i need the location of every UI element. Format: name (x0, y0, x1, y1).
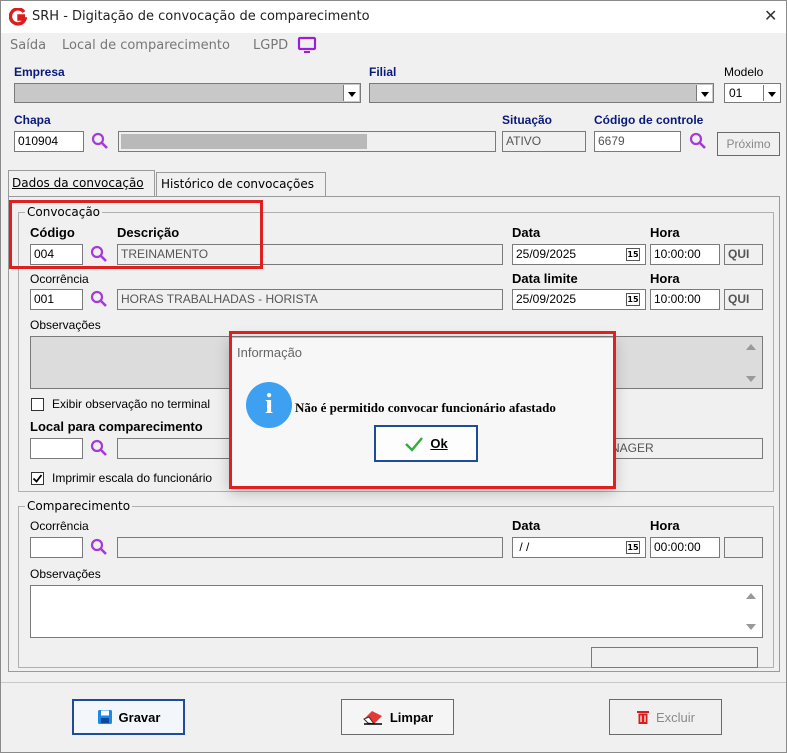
chapa-input[interactable]: 010904 (14, 131, 84, 152)
exibir-obs-label: Exibir observação no terminal (52, 397, 211, 411)
gravar-label: Gravar (118, 709, 161, 725)
chapa-name-field (118, 131, 496, 152)
ocorrencia-desc-field: HORAS TRABALHADAS - HORISTA (117, 289, 503, 310)
comp-ocorrencia-label: Ocorrência (30, 519, 89, 533)
comp-extra-field (591, 647, 758, 668)
highlight-box (9, 200, 263, 269)
hora2-label: Hora (650, 271, 680, 286)
trash-icon (636, 711, 649, 724)
comp-ocorrencia-desc-field (117, 537, 503, 558)
observacoes-label: Observações (30, 318, 101, 332)
proximo-button[interactable]: Próximo (717, 132, 780, 156)
save-icon (97, 710, 112, 724)
menu-local-comparecimento[interactable]: Local de comparecimento (62, 38, 230, 53)
search-icon[interactable] (90, 290, 108, 308)
menu-saida[interactable]: Saída (10, 38, 46, 53)
gravar-button[interactable]: Gravar (72, 699, 185, 735)
scroll-up-icon[interactable] (746, 593, 756, 599)
filial-select[interactable] (369, 83, 714, 103)
comp-observacoes-label: Observações (30, 567, 101, 581)
eraser-icon (362, 711, 382, 725)
empresa-select[interactable] (14, 83, 361, 103)
hora-input[interactable]: 10:00:00 (650, 244, 720, 265)
ocorrencia-input[interactable]: 001 (30, 289, 83, 310)
modelo-value: 01 (729, 86, 743, 100)
calendar-icon[interactable]: 15 (626, 248, 640, 261)
local-input[interactable] (30, 438, 83, 459)
local-desc-value: NAGER (611, 441, 654, 455)
chevron-down-icon[interactable] (343, 85, 359, 101)
menu-lgpd[interactable]: LGPD (253, 38, 288, 53)
scroll-down-icon[interactable] (746, 624, 756, 630)
situacao-field: ATIVO (502, 131, 586, 152)
scroll-up-icon[interactable] (746, 344, 756, 350)
local-label: Local para comparecimento (30, 419, 203, 434)
data-limite-label: Data limite (512, 271, 578, 286)
tab-label: Dados da convocação (12, 176, 144, 190)
search-icon[interactable] (91, 132, 109, 150)
comp-data-label: Data (512, 518, 541, 533)
search-icon[interactable] (90, 538, 108, 556)
comp-hora-input[interactable]: 00:00:00 (650, 537, 720, 558)
imprimir-label: Imprimir escala do funcionário (52, 471, 213, 485)
comp-ocorrencia-input[interactable] (30, 537, 83, 558)
search-icon[interactable] (90, 439, 108, 457)
dia-semana-field: QUI (724, 244, 763, 265)
codigo-controle-label: Código de controle (594, 113, 704, 127)
modelo-select[interactable]: 01 (724, 83, 781, 103)
tab-label: Histórico de convocações (161, 177, 315, 191)
window-title: SRH - Digitação de convocação de compare… (32, 9, 370, 24)
ocorrencia-label: Ocorrência (30, 272, 89, 286)
monitor-icon[interactable] (297, 36, 317, 54)
tab-dados-convocacao[interactable]: Dados da convocação (8, 170, 155, 196)
hora-label: Hora (650, 225, 680, 240)
comp-observacoes-textarea[interactable] (30, 585, 763, 638)
modelo-label: Modelo (724, 65, 764, 79)
comp-dia-semana-field (724, 537, 763, 558)
tab-historico-convocacoes[interactable]: Histórico de convocações (156, 172, 326, 196)
chevron-down-icon[interactable] (696, 85, 712, 101)
excluir-button[interactable]: Excluir (609, 699, 722, 735)
comp-hora-label: Hora (650, 518, 680, 533)
empresa-label: Empresa (14, 65, 65, 79)
checkmark-icon (32, 474, 43, 483)
scroll-down-icon[interactable] (746, 376, 756, 382)
excluir-label: Excluir (655, 709, 695, 725)
dialog-highlight-box (229, 331, 616, 489)
comparecimento-group-title: Comparecimento (25, 499, 133, 513)
imprimir-checkbox[interactable] (31, 472, 44, 485)
codigo-controle-input[interactable]: 6679 (594, 131, 681, 152)
redacted-bar (121, 134, 367, 149)
filial-label: Filial (369, 65, 397, 79)
dia-semana2-field: QUI (724, 289, 763, 310)
calendar-icon[interactable]: 15 (626, 541, 640, 554)
limpar-label: Limpar (389, 709, 434, 725)
situacao-label: Situação (502, 113, 553, 127)
close-icon[interactable]: ✕ (764, 6, 777, 25)
hora2-input[interactable]: 10:00:00 (650, 289, 720, 310)
exibir-obs-checkbox[interactable] (31, 398, 44, 411)
calendar-icon[interactable]: 15 (626, 293, 640, 306)
chevron-down-icon[interactable] (763, 85, 779, 101)
data-label: Data (512, 225, 541, 240)
limpar-button[interactable]: Limpar (341, 699, 454, 735)
search-icon[interactable] (689, 132, 707, 150)
chapa-label: Chapa (14, 113, 51, 127)
app-logo-icon (9, 8, 27, 26)
